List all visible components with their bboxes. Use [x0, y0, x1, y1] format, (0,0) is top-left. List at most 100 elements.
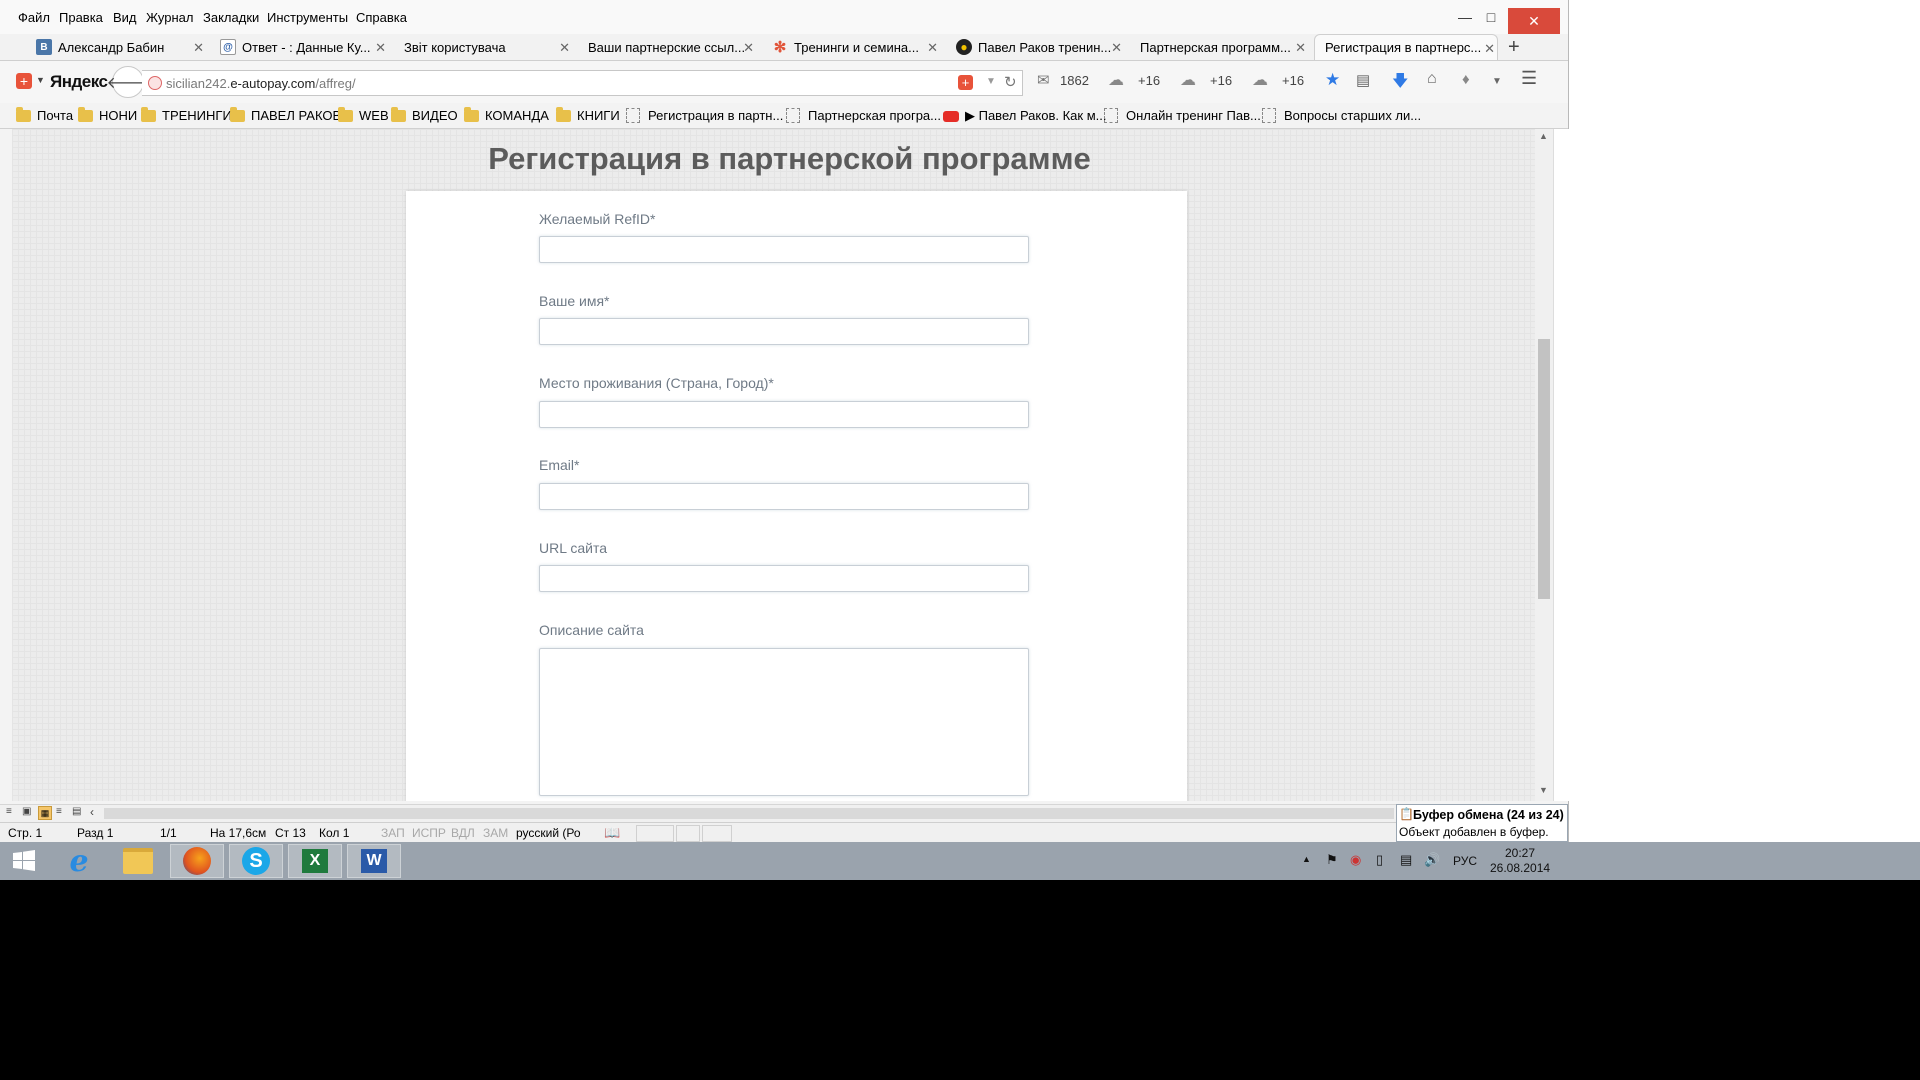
reading-view-icon[interactable]: ▤ [72, 806, 81, 817]
status-section[interactable]: Разд 1 [77, 826, 113, 840]
address-bar[interactable]: sicilian242.e-autopay.com/affreg/ + ▼ ↻ [142, 70, 1023, 96]
volume-icon[interactable]: 🔊 [1424, 852, 1440, 868]
internet-explorer-icon[interactable]: e [52, 844, 106, 879]
weather-temp[interactable]: +16 [1210, 73, 1232, 88]
scrollbar-thumb[interactable] [1538, 339, 1550, 599]
clipboard-notification[interactable]: 📋 Буфер обмена (24 из 24) Объект добавле… [1396, 804, 1568, 842]
outline-view-icon[interactable]: ≡ [56, 806, 62, 817]
spelling-book-icon[interactable]: 📖 [604, 825, 620, 841]
home-icon[interactable]: ⌂ [1427, 70, 1437, 88]
bookmark-youtube-pavel[interactable]: ▶ Павел Раков. Как м... [943, 108, 1106, 124]
bookmark-star-icon[interactable]: ★ [1325, 70, 1340, 90]
bookmark-folder-video[interactable]: ВИДЕО [391, 106, 458, 123]
close-tab-icon[interactable]: ✕ [1295, 40, 1306, 56]
antivirus-icon[interactable]: ◉ [1350, 852, 1361, 868]
firefox-icon[interactable] [170, 844, 224, 878]
name-input[interactable] [539, 318, 1029, 345]
bookmark-folder-pochta[interactable]: Почта [16, 106, 73, 123]
draft-view-icon[interactable]: ≡ [6, 806, 12, 817]
close-tab-icon[interactable]: ✕ [193, 40, 204, 56]
tab-aleksandr-babin[interactable]: В Александр Бабин ✕ [36, 34, 206, 60]
bookmark-online-training[interactable]: Онлайн тренинг Пав... [1104, 108, 1261, 123]
status-position[interactable]: На 17,6см [210, 826, 266, 840]
weather-cloud-icon[interactable]: ☁ [1108, 70, 1124, 90]
bookmark-partner-program[interactable]: Партнерская програ... [786, 108, 941, 123]
word-icon[interactable]: W [347, 844, 401, 878]
yandex-add-icon[interactable]: + [16, 73, 32, 89]
print-view-icon[interactable]: ▦ [38, 806, 52, 820]
status-page[interactable]: Стр. 1 [8, 826, 42, 840]
file-explorer-icon[interactable] [111, 844, 165, 878]
menu-file[interactable]: Файл [18, 10, 50, 25]
menu-help[interactable]: Справка [356, 10, 407, 25]
tab-pavel-rakov[interactable]: ● Павел Раков тренин... ✕ [956, 34, 1124, 60]
hamburger-menu-icon[interactable]: ☰ [1521, 68, 1537, 89]
close-tab-icon[interactable]: ✕ [375, 40, 386, 56]
close-tab-icon[interactable]: ✕ [559, 40, 570, 56]
close-tab-icon[interactable]: ✕ [743, 40, 754, 56]
bookmark-folder-pavel-rakov[interactable]: ПАВЕЛ РАКОВ [230, 106, 341, 123]
menu-bookmarks[interactable]: Закладки [203, 10, 259, 25]
addon-icon[interactable]: ♦ [1462, 71, 1470, 88]
show-hidden-icons-icon[interactable]: ▲ [1302, 854, 1311, 864]
horizontal-scroll-track[interactable] [104, 808, 1394, 819]
history-dropdown-icon[interactable]: ▼ [986, 76, 996, 87]
location-input[interactable] [539, 401, 1029, 428]
email-input[interactable] [539, 483, 1029, 510]
refid-input[interactable] [539, 236, 1029, 263]
site-url-input[interactable] [539, 565, 1029, 592]
close-tab-icon[interactable]: ✕ [1111, 40, 1122, 56]
tab-otvet[interactable]: @ Ответ - : Данные Ку... ✕ [220, 34, 388, 60]
chevron-down-icon[interactable]: ▼ [1492, 76, 1502, 87]
status-track-changes[interactable]: ИСПР [412, 826, 446, 840]
weather-temp[interactable]: +16 [1138, 73, 1160, 88]
excel-icon[interactable]: X [288, 844, 342, 878]
mail-count[interactable]: 1862 [1060, 73, 1089, 88]
windows-start-icon[interactable] [0, 844, 48, 878]
chevron-down-icon[interactable]: ▼ [36, 75, 45, 85]
skype-icon[interactable]: S [229, 844, 283, 878]
network-icon[interactable]: ▤ [1400, 852, 1412, 868]
status-overtype[interactable]: ЗАМ [483, 826, 508, 840]
menu-edit[interactable]: Правка [59, 10, 103, 25]
reload-icon[interactable]: ↻ [1004, 73, 1017, 91]
url-text[interactable]: sicilian242.e-autopay.com/affreg/ [166, 76, 356, 91]
status-language[interactable]: русский (Ро [516, 826, 581, 840]
bookmark-questions[interactable]: Вопросы старших ли... [1262, 108, 1421, 123]
tab-partner-links[interactable]: Ваши партнерские ссыл... ✕ [588, 34, 756, 60]
site-description-textarea[interactable] [539, 648, 1029, 796]
tab-registration-active[interactable]: Регистрация в партнерс... ✕ [1314, 34, 1498, 60]
mail-icon[interactable]: ✉ [1037, 71, 1050, 89]
menu-history[interactable]: Журнал [146, 10, 193, 25]
yandex-bookmark-icon[interactable]: + [958, 75, 973, 90]
weather-temp[interactable]: +16 [1282, 73, 1304, 88]
yandex-logo[interactable]: Яндекс [50, 72, 108, 92]
close-icon[interactable]: ✕ [1508, 8, 1560, 34]
page-scrollbar[interactable]: ▲ ▼ [1535, 129, 1553, 801]
status-line[interactable]: Ст 13 [275, 826, 306, 840]
back-arrow-icon[interactable]: 🡐 [107, 66, 149, 98]
menu-view[interactable]: Вид [113, 10, 137, 25]
battery-icon[interactable]: ▯ [1376, 852, 1383, 868]
bookmark-registration[interactable]: Регистрация в партн... [626, 108, 783, 123]
status-extend[interactable]: ВДЛ [451, 826, 475, 840]
scroll-left-icon[interactable]: ‹ [90, 805, 94, 819]
scroll-down-icon[interactable]: ▼ [1539, 785, 1548, 795]
bookmarks-list-icon[interactable]: ▤ [1356, 71, 1370, 89]
scroll-up-icon[interactable]: ▲ [1539, 131, 1548, 141]
site-identity-icon[interactable] [148, 76, 162, 90]
weather-cloud-icon[interactable]: ☁ [1180, 70, 1196, 90]
tab-zvit[interactable]: Звіт користувача ✕ [404, 34, 572, 60]
status-pages[interactable]: 1/1 [160, 826, 177, 840]
menu-tools[interactable]: Инструменты [267, 10, 348, 25]
input-language[interactable]: РУС [1453, 854, 1477, 868]
bookmark-folder-komanda[interactable]: КОМАНДА [464, 106, 549, 123]
bookmark-folder-web[interactable]: WEB [338, 106, 389, 123]
status-column[interactable]: Кол 1 [319, 826, 349, 840]
web-view-icon[interactable]: ▣ [22, 806, 31, 817]
system-clock[interactable]: 20:27 26.08.2014 [1490, 846, 1550, 876]
download-icon[interactable]: 🡇 [1392, 70, 1408, 97]
bookmark-folder-noni[interactable]: НОНИ [78, 106, 137, 123]
action-center-flag-icon[interactable]: ⚑ [1326, 852, 1338, 868]
close-tab-icon[interactable]: ✕ [1484, 41, 1495, 57]
